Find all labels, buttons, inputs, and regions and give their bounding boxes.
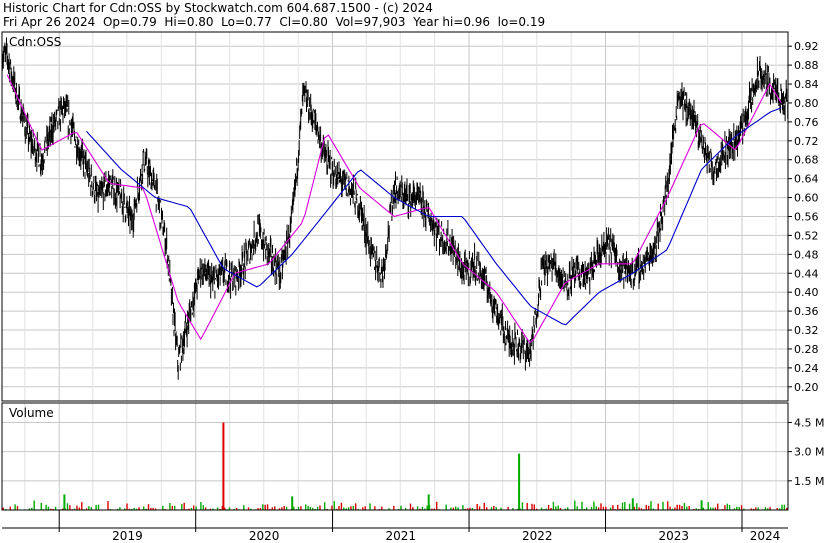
y-tick-label: 0.64 — [794, 173, 819, 186]
y-tick-label: 0.88 — [794, 59, 819, 72]
y-tick-label: 0.80 — [794, 97, 819, 110]
y-tick-label: 0.32 — [794, 324, 819, 337]
y-tick-label: 0.76 — [794, 116, 819, 129]
volume-tick-label: 3.0 M — [794, 446, 824, 459]
x-tick-label: 2022 — [522, 529, 553, 543]
x-tick-label: 2024 — [750, 529, 781, 543]
volume-panel-title: Volume — [9, 406, 54, 420]
x-tick-label: 2023 — [658, 529, 689, 543]
chart-root: Historic Chart for Cdn:OSS by Stockwatch… — [0, 0, 830, 543]
volume-tick-label: 1.5 M — [794, 475, 824, 488]
volume-bars — [2, 422, 788, 510]
y-tick-label: 0.92 — [794, 40, 819, 53]
y-tick-label: 0.24 — [794, 362, 819, 375]
volume-tick-label: 4.5 M — [794, 416, 824, 429]
x-tick-label: 2021 — [386, 529, 417, 543]
y-tick-label: 0.48 — [794, 248, 819, 261]
y-tick-label: 0.20 — [794, 381, 819, 394]
grid — [2, 32, 788, 510]
price-panel-title: Cdn:OSS — [9, 35, 61, 49]
y-tick-label: 0.28 — [794, 343, 819, 356]
y-tick-label: 0.52 — [794, 229, 819, 242]
axes: 0.92 0.88 0.84 0.80 0.76 0.72 0.68 0.64 0.60 0.56… — [1, 31, 824, 543]
x-tick-label: 2019 — [112, 529, 143, 543]
y-tick-label: 0.68 — [794, 154, 819, 167]
y-tick-label: 0.44 — [794, 267, 819, 280]
volume-panel — [1, 402, 789, 511]
y-tick-label: 0.56 — [794, 211, 819, 224]
stock-chart: 0.92 0.88 0.84 0.80 0.76 0.72 0.68 0.64 0.60 0.56… — [1, 31, 824, 543]
y-tick-label: 0.40 — [794, 286, 819, 299]
x-tick-label: 2020 — [249, 529, 280, 543]
y-tick-label: 0.84 — [794, 78, 819, 91]
y-tick-label: 0.72 — [794, 135, 819, 148]
y-tick-label: 0.36 — [794, 305, 819, 318]
y-tick-label: 0.60 — [794, 192, 819, 205]
price-series — [1, 37, 789, 380]
